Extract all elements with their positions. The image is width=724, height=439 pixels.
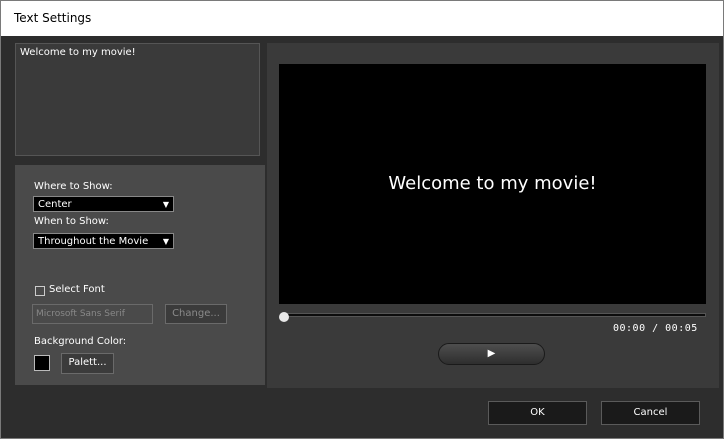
font-name-field: Microsoft Sans Serif: [32, 304, 153, 324]
select-font-checkbox[interactable]: [35, 286, 45, 296]
when-to-show-label: When to Show:: [34, 216, 109, 227]
select-font-label: Select Font: [49, 284, 105, 295]
where-to-show-dropdown[interactable]: Center ▼: [33, 196, 174, 212]
window-title: Text Settings: [14, 11, 92, 25]
where-to-show-label: Where to Show:: [34, 181, 113, 192]
play-icon: ▶: [487, 348, 496, 359]
change-font-button[interactable]: Change...: [165, 304, 227, 324]
ok-button[interactable]: OK: [488, 401, 587, 425]
cancel-button[interactable]: Cancel: [601, 401, 700, 425]
text-input-area[interactable]: Welcome to my movie!: [15, 43, 260, 156]
play-button[interactable]: ▶: [438, 343, 545, 365]
dropdown-arrow-icon: ▼: [162, 200, 169, 209]
background-color-label: Background Color:: [34, 336, 127, 347]
when-to-show-dropdown[interactable]: Throughout the Movie ▼: [33, 233, 174, 249]
dropdown-arrow-icon: ▼: [162, 237, 169, 246]
palette-button[interactable]: Palett...: [61, 353, 114, 374]
title-bar: Text Settings: [1, 1, 723, 36]
seek-handle[interactable]: [279, 312, 289, 322]
seek-bar[interactable]: [284, 313, 706, 317]
video-preview: Welcome to my movie!: [279, 64, 706, 304]
preview-caption: Welcome to my movie!: [388, 173, 597, 194]
when-to-show-value: Throughout the Movie: [38, 236, 149, 247]
background-color-swatch: [34, 355, 50, 371]
where-to-show-value: Center: [38, 199, 72, 210]
time-readout: 00:00 / 00:05: [613, 323, 698, 334]
